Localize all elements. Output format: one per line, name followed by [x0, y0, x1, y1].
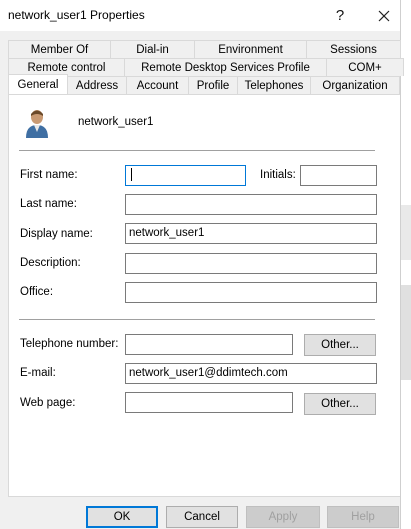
tab-remote-desktop-services-profile[interactable]: Remote Desktop Services Profile	[124, 58, 327, 76]
ok-button[interactable]: OK	[86, 506, 158, 528]
close-icon[interactable]	[364, 0, 404, 31]
tab-dial-in[interactable]: Dial-in	[110, 40, 195, 58]
tab-organization[interactable]: Organization	[310, 76, 400, 94]
description-label: Description:	[20, 257, 81, 269]
tab-member-of[interactable]: Member Of	[8, 40, 111, 58]
title-bar: network_user1 Properties ?	[0, 0, 400, 31]
office-label: Office:	[20, 286, 54, 298]
tab-general[interactable]: General	[8, 74, 68, 94]
tab-environment[interactable]: Environment	[194, 40, 307, 58]
help-button[interactable]: Help	[327, 506, 399, 528]
tab-address[interactable]: Address	[67, 76, 127, 94]
help-icon[interactable]: ?	[320, 0, 360, 31]
separator	[19, 150, 375, 151]
telephone-other-button[interactable]: Other...	[304, 334, 376, 356]
email-field[interactable]: network_user1@ddimtech.com	[125, 363, 377, 384]
window-title: network_user1 Properties	[8, 8, 145, 22]
description-field[interactable]	[125, 253, 377, 274]
initials-field[interactable]	[300, 165, 377, 186]
web-page-field[interactable]	[125, 392, 293, 413]
office-field[interactable]	[125, 282, 377, 303]
cancel-button[interactable]: Cancel	[166, 506, 238, 528]
user-icon	[26, 110, 48, 138]
telephone-field[interactable]	[125, 334, 293, 355]
email-label: E-mail:	[20, 367, 56, 379]
tab-row-1: Member Of Dial-in Environment Sessions	[8, 40, 401, 58]
tab-telephones[interactable]: Telephones	[237, 76, 311, 94]
display-name-label: Display name:	[20, 228, 93, 240]
user-display-name: network_user1	[78, 116, 154, 128]
display-name-field[interactable]: network_user1	[125, 223, 377, 244]
apply-button[interactable]: Apply	[246, 506, 320, 528]
first-name-field[interactable]	[125, 165, 246, 186]
web-page-label: Web page:	[20, 397, 76, 409]
last-name-label: Last name:	[20, 198, 77, 210]
tab-profile[interactable]: Profile	[188, 76, 238, 94]
telephone-label: Telephone number:	[20, 338, 119, 350]
initials-label: Initials:	[260, 169, 296, 181]
separator	[19, 319, 375, 320]
first-name-label: First name:	[20, 169, 78, 181]
tab-com-plus[interactable]: COM+	[326, 58, 404, 76]
background-window-edge	[400, 0, 411, 529]
text-caret	[131, 168, 132, 182]
tab-sessions[interactable]: Sessions	[306, 40, 401, 58]
tab-row-3: General Address Account Profile Telephon…	[8, 74, 400, 94]
last-name-field[interactable]	[125, 194, 377, 215]
web-page-other-button[interactable]: Other...	[304, 393, 376, 415]
tab-account[interactable]: Account	[126, 76, 189, 94]
